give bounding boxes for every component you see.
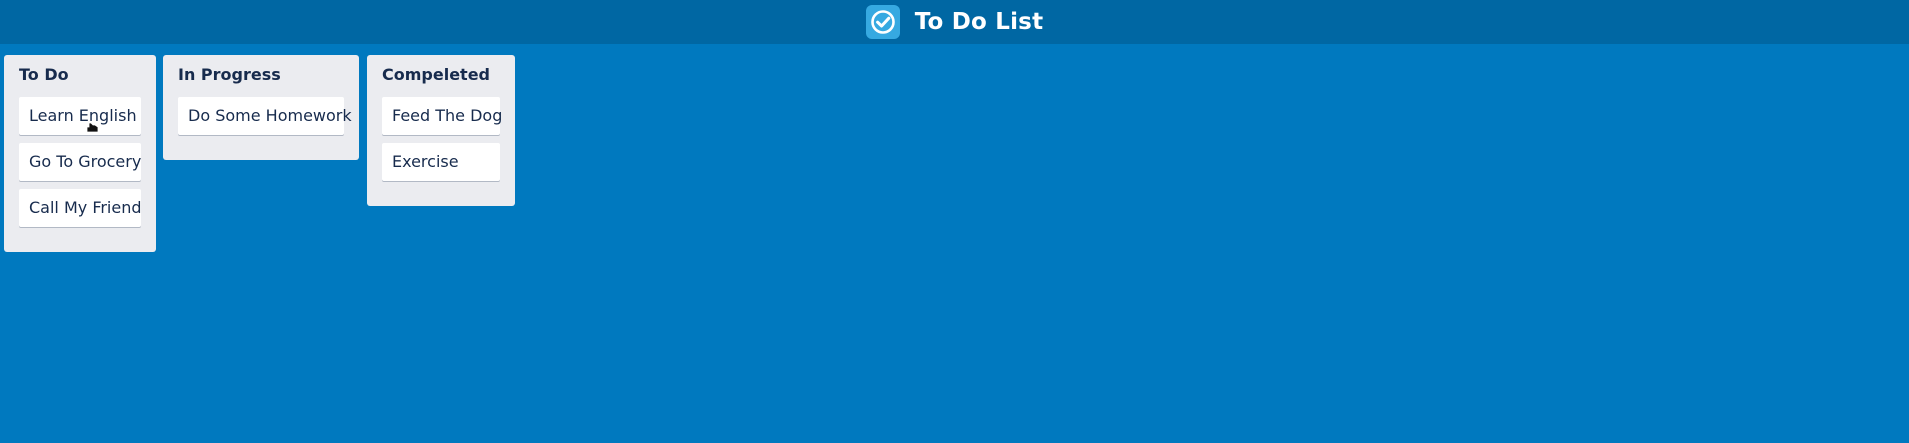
card[interactable]: Do Some Homework — [178, 97, 352, 135]
app-header: To Do List — [0, 0, 1909, 44]
list-in-progress: In Progress Do Some Homework — [163, 55, 359, 160]
card[interactable]: Feed The Dog — [382, 97, 502, 135]
list-title: Compeleted — [382, 65, 490, 84]
card[interactable]: Call My Friend — [19, 189, 142, 227]
board: To Do Learn English Go To Grocery Call M… — [0, 44, 1909, 443]
card[interactable]: Go To Grocery — [19, 143, 141, 181]
list-completed: Compeleted Feed The Dog Exercise — [367, 55, 515, 206]
app-title: To Do List — [914, 9, 1044, 35]
check-circle-icon — [865, 5, 900, 39]
card[interactable]: Exercise — [382, 143, 500, 181]
list-title: To Do — [19, 65, 69, 84]
list-to-do: To Do Learn English Go To Grocery Call M… — [4, 55, 156, 252]
card[interactable]: Learn English — [19, 97, 141, 135]
hand-cursor-icon — [86, 118, 100, 133]
list-title: In Progress — [178, 65, 281, 84]
